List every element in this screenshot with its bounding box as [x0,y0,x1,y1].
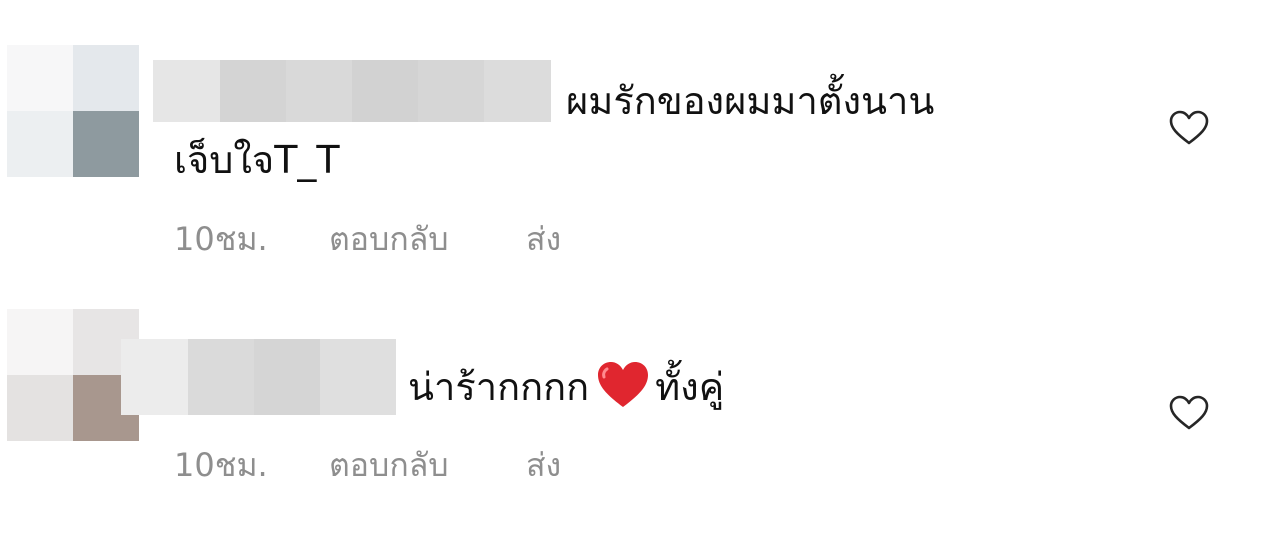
avatar[interactable] [7,309,139,441]
reply-button[interactable]: ตอบกลับ [329,440,526,491]
comment-text-part: น่าร้ากกกก [408,365,590,409]
send-button[interactable]: ส่ง [526,214,561,265]
comment-2: น่าร้ากกกก ทั้งคู่ 10ชม. ตอบกลับ ส่ง [0,290,1280,547]
timestamp: 10ชม. [174,220,268,258]
username[interactable] [121,339,396,415]
avatar[interactable] [7,45,139,177]
comment-actions: 10ชม. ตอบกลับ ส่ง [174,440,561,491]
red-heart-emoji [598,362,649,407]
username[interactable] [153,60,551,122]
comment-1: ผมรักของผมมาตั้งนาน เจ็บใจT_T 10ชม. ตอบก… [0,0,1280,290]
reply-button[interactable]: ตอบกลับ [329,214,526,265]
heart-outline-icon[interactable] [1169,110,1209,146]
heart-outline-icon[interactable] [1169,395,1209,431]
comment-text: น่าร้ากกกก ทั้งคู่ [408,359,724,415]
comment-actions: 10ชม. ตอบกลับ ส่ง [174,214,561,265]
send-button[interactable]: ส่ง [526,440,561,491]
comment-text: ผมรักของผมมาตั้งนาน [566,79,935,123]
comment-text-part: ทั้งคู่ [655,365,725,409]
comment-text-continued: เจ็บใจT_T [174,138,340,182]
timestamp: 10ชม. [174,446,268,484]
